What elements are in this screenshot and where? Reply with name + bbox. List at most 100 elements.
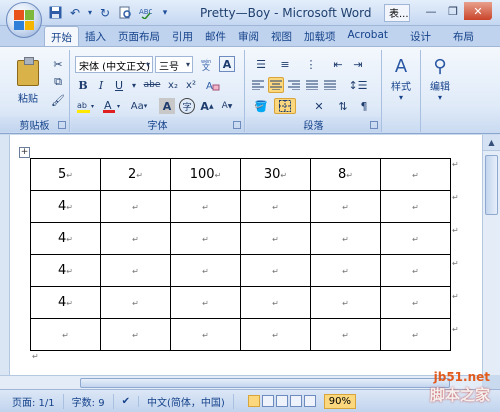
table-cell[interactable]: 2↵: [100, 158, 171, 191]
table-cell[interactable]: 4↵: [30, 222, 101, 255]
table-cell[interactable]: ↵: [310, 254, 381, 287]
language-indicator[interactable]: 中文(简体，中国): [139, 393, 234, 409]
phonetic-guide-icon[interactable]: wén 文: [199, 56, 215, 72]
table-cell[interactable]: ↵: [170, 254, 241, 287]
web-layout-view-icon[interactable]: [275, 395, 288, 407]
vertical-scrollbar[interactable]: ▲: [482, 135, 500, 375]
clear-formatting-icon[interactable]: A: [205, 77, 221, 93]
shrink-font-icon[interactable]: A ▼: [219, 98, 235, 114]
editing-button[interactable]: ⚲ 编辑 ▾: [428, 54, 452, 103]
paragraph-launcher-icon[interactable]: [370, 121, 378, 129]
align-left-icon[interactable]: [250, 77, 266, 93]
tab-view[interactable]: 视图: [265, 26, 298, 46]
page-count[interactable]: 页面: 1/1: [4, 393, 64, 409]
print-preview-icon[interactable]: [116, 4, 134, 21]
table-cell[interactable]: ↵: [380, 222, 451, 255]
tab-page-layout[interactable]: 页面布局: [112, 26, 166, 46]
table-cell[interactable]: 4↵: [30, 254, 101, 287]
line-spacing-icon[interactable]: ↕☰: [346, 77, 370, 93]
vertical-scroll-thumb[interactable]: [485, 155, 498, 215]
multilevel-list-icon[interactable]: ⋮: [300, 56, 322, 72]
paste-button[interactable]: 粘贴: [8, 54, 48, 110]
word-count[interactable]: 字数: 9: [64, 393, 114, 409]
format-painter-icon[interactable]: 🖌: [50, 92, 66, 108]
italic-button[interactable]: I: [93, 77, 109, 93]
tab-add-ins[interactable]: 加载项: [298, 26, 342, 46]
table-cell[interactable]: ↵: [100, 286, 171, 319]
highlight-color-icon[interactable]: ab ▾: [75, 98, 97, 114]
tab-home[interactable]: 开始: [44, 26, 79, 46]
change-case-button[interactable]: Aa ▾: [127, 98, 151, 114]
zoom-level[interactable]: 90%: [323, 393, 357, 409]
table-cell[interactable]: ↵: [310, 318, 381, 351]
table-cell[interactable]: ↵: [170, 222, 241, 255]
tab-layout[interactable]: 布局: [447, 26, 480, 46]
increase-indent-icon[interactable]: ⇥: [350, 56, 366, 72]
table-cell[interactable]: ↵: [240, 254, 311, 287]
tab-design[interactable]: 设计: [404, 26, 437, 46]
table-cell[interactable]: 8↵: [310, 158, 381, 191]
table-cell[interactable]: ↵: [380, 286, 451, 319]
table-move-handle-icon[interactable]: +: [19, 147, 30, 158]
bullets-icon[interactable]: ☰: [250, 56, 272, 72]
other-window-tab[interactable]: 表...: [384, 4, 410, 22]
save-icon[interactable]: [46, 4, 64, 21]
tab-insert[interactable]: 插入: [79, 26, 112, 46]
enclose-characters-icon[interactable]: 字: [179, 98, 195, 114]
decrease-indent-icon[interactable]: ⇤: [330, 56, 346, 72]
borders-icon[interactable]: [274, 98, 296, 114]
styles-button[interactable]: A 样式 ▾: [389, 54, 413, 103]
align-right-icon[interactable]: [286, 77, 302, 93]
justify-icon[interactable]: [304, 77, 320, 93]
table-cell[interactable]: 30↵: [240, 158, 311, 191]
tab-references[interactable]: 引用: [166, 26, 199, 46]
tab-review[interactable]: 审阅: [232, 26, 265, 46]
table-cell[interactable]: ↵: [310, 286, 381, 319]
character-shading-icon[interactable]: A: [159, 98, 175, 114]
full-screen-reading-view-icon[interactable]: [261, 395, 274, 407]
horizontal-scrollbar[interactable]: [0, 375, 482, 389]
show-hide-icon[interactable]: ¶: [356, 98, 372, 114]
table-cell[interactable]: 5↵: [30, 158, 101, 191]
clipboard-launcher-icon[interactable]: [58, 121, 66, 129]
table-cell[interactable]: ↵: [100, 190, 171, 223]
redo-icon[interactable]: ↻: [96, 4, 114, 21]
strikethrough-button[interactable]: abe: [141, 77, 163, 93]
sort-icon[interactable]: ⇅: [334, 98, 352, 114]
table-cell[interactable]: ↵: [380, 254, 451, 287]
table-cell[interactable]: ↵: [240, 286, 311, 319]
table-cell[interactable]: ↵: [30, 318, 101, 351]
table-cell[interactable]: ↵: [170, 286, 241, 319]
print-layout-view-icon[interactable]: [247, 395, 260, 407]
table-cell[interactable]: ↵: [310, 190, 381, 223]
table-cell[interactable]: ↵: [170, 318, 241, 351]
table-cell[interactable]: ↵: [100, 222, 171, 255]
table-cell[interactable]: ↵: [380, 158, 451, 191]
font-color-icon[interactable]: A ▾: [101, 98, 123, 114]
table-cell[interactable]: 100↵: [170, 158, 241, 191]
chinese-layout-icon[interactable]: ✕: [308, 98, 330, 114]
grow-font-icon[interactable]: A ▲: [199, 98, 215, 114]
office-button[interactable]: [6, 2, 42, 38]
table-cell[interactable]: ↵: [100, 254, 171, 287]
table-cell[interactable]: ↵: [380, 190, 451, 223]
copy-icon[interactable]: ⧉: [50, 74, 66, 90]
horizontal-scroll-thumb[interactable]: [80, 378, 450, 388]
character-border-icon[interactable]: A: [219, 56, 235, 72]
align-center-icon[interactable]: [268, 77, 284, 93]
tab-mailings[interactable]: 邮件: [199, 26, 232, 46]
outline-view-icon[interactable]: [289, 395, 302, 407]
undo-icon[interactable]: ↶: [66, 4, 84, 21]
font-name-combo[interactable]: 宋体 (中文正文) ▾: [75, 56, 153, 73]
table-cell[interactable]: ↵: [310, 222, 381, 255]
restore-icon[interactable]: ❐: [442, 2, 464, 20]
underline-dropdown-icon[interactable]: ▾: [129, 77, 139, 93]
underline-button[interactable]: U: [111, 77, 127, 93]
font-launcher-icon[interactable]: [233, 121, 241, 129]
superscript-button[interactable]: x²: [183, 77, 199, 93]
customize-qat-icon[interactable]: ▾: [156, 4, 174, 21]
table-cell[interactable]: 4↵: [30, 190, 101, 223]
table-cell[interactable]: 4↵: [30, 286, 101, 319]
font-size-combo[interactable]: 三号 ▾: [155, 56, 193, 73]
table-cell[interactable]: ↵: [170, 190, 241, 223]
